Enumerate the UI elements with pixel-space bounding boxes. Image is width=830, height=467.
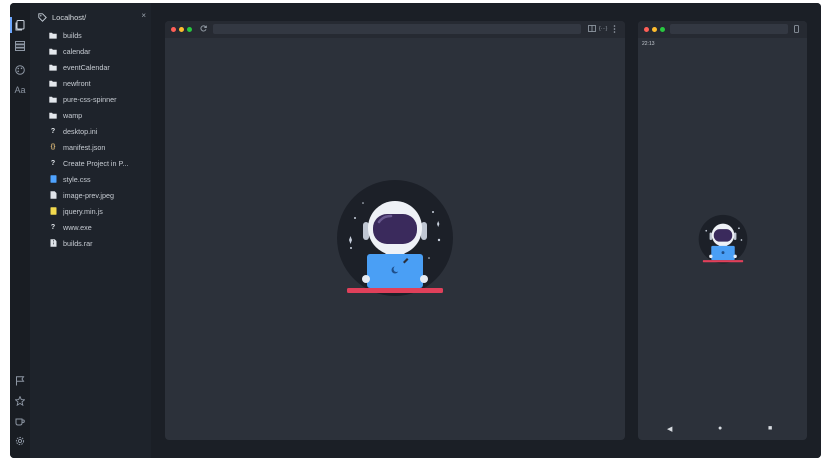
file-item[interactable]: ? desktop.ini — [49, 123, 149, 139]
file-name: pure-css-spinner — [63, 94, 117, 104]
astronaut-illustration — [333, 178, 457, 302]
folder-icon — [49, 31, 57, 39]
status-time: 22:13 — [642, 41, 655, 47]
file-name: jquery.min.js — [63, 206, 103, 216]
file-name: newfront — [63, 78, 91, 88]
tag-icon — [38, 12, 47, 22]
file-name: builds — [63, 30, 82, 40]
folder-icon — [49, 95, 57, 103]
file-item[interactable]: style.css — [49, 171, 149, 187]
app-window: Aa Localhost/ × builds calendar eventCalen… — [10, 3, 821, 458]
close-dot[interactable] — [171, 27, 176, 32]
archive-file-icon — [49, 239, 57, 247]
coffee-icon[interactable] — [12, 413, 28, 429]
split-view-icon[interactable] — [588, 25, 596, 32]
file-item[interactable]: ? Create Project in P... — [49, 155, 149, 171]
file-list: builds calendar eventCalendar newfront pure-… — [49, 27, 149, 251]
file-item[interactable]: ? www.exe — [49, 219, 149, 235]
home-icon[interactable]: ● — [718, 425, 722, 432]
back-icon[interactable]: ◀ — [667, 425, 672, 433]
mobile-preview: 22:13 ◀ ● ■ — [638, 21, 807, 440]
file-item[interactable]: pure-css-spinner — [49, 91, 149, 107]
folder-icon — [49, 63, 57, 71]
unknown-file-icon: ? — [50, 127, 56, 135]
file-name: www.exe — [63, 222, 92, 232]
files-icon[interactable] — [10, 17, 28, 33]
mobile-url-bar[interactable] — [670, 24, 788, 34]
url-bar[interactable] — [213, 24, 581, 34]
desktop-preview: {···} — [165, 21, 625, 440]
file-item[interactable]: newfront — [49, 75, 149, 91]
folder-icon — [49, 47, 57, 55]
folder-icon — [49, 111, 57, 119]
gear-icon[interactable] — [12, 433, 28, 449]
flag-icon[interactable] — [12, 373, 28, 389]
file-item[interactable]: builds.rar — [49, 235, 149, 251]
mobile-toolbar — [638, 21, 807, 38]
explorer-header: Localhost/ × — [38, 11, 146, 23]
layers-icon[interactable] — [12, 38, 28, 54]
minimize-dot[interactable] — [652, 27, 657, 32]
css-file-icon — [49, 175, 57, 183]
file-name: calendar — [63, 46, 91, 56]
close-icon[interactable]: × — [141, 11, 146, 20]
astronaut-illustration-small — [697, 214, 749, 266]
phone-icon[interactable] — [794, 25, 799, 33]
file-item[interactable]: eventCalendar — [49, 59, 149, 75]
maximize-dot[interactable] — [660, 27, 665, 32]
android-nav-bar: ◀ ● ■ — [638, 418, 807, 440]
recent-apps-icon[interactable]: ■ — [768, 425, 772, 432]
unknown-file-icon: ? — [50, 223, 56, 231]
reload-icon[interactable] — [200, 25, 207, 32]
file-name: builds.rar — [63, 238, 93, 248]
file-name: image-prev.jpeg — [63, 190, 115, 200]
star-icon[interactable] — [12, 393, 28, 409]
json-file-icon: {} — [50, 144, 56, 150]
file-name: wamp — [63, 110, 83, 120]
minimize-dot[interactable] — [179, 27, 184, 32]
activity-bar: Aa — [10, 3, 30, 458]
font-icon[interactable]: Aa — [12, 82, 28, 98]
maximize-dot[interactable] — [187, 27, 192, 32]
more-menu-icon[interactable] — [613, 25, 616, 33]
file-name: desktop.ini — [63, 126, 98, 136]
file-item[interactable]: calendar — [49, 43, 149, 59]
file-item[interactable]: image-prev.jpeg — [49, 187, 149, 203]
unknown-file-icon: ? — [50, 159, 56, 167]
file-item[interactable]: builds — [49, 27, 149, 43]
file-item[interactable]: {} manifest.json — [49, 139, 149, 155]
preview-area: {···} 22:13 ◀ ● ■ — [151, 3, 821, 458]
close-dot[interactable] — [644, 27, 649, 32]
explorer-title: Localhost/ — [52, 12, 87, 22]
file-name: style.css — [63, 174, 91, 184]
palette-icon[interactable] — [12, 62, 28, 78]
desktop-toolbar: {···} — [165, 21, 625, 38]
image-file-icon — [49, 191, 57, 199]
file-explorer: Localhost/ × builds calendar eventCalendar… — [30, 3, 151, 458]
folder-icon — [49, 79, 57, 87]
file-name: eventCalendar — [63, 62, 110, 72]
file-item[interactable]: wamp — [49, 107, 149, 123]
file-name: Create Project in P... — [63, 158, 129, 168]
file-name: manifest.json — [63, 142, 106, 152]
devtools-icon[interactable]: {···} — [599, 25, 607, 33]
file-item[interactable]: jquery.min.js — [49, 203, 149, 219]
js-file-icon — [49, 207, 57, 215]
